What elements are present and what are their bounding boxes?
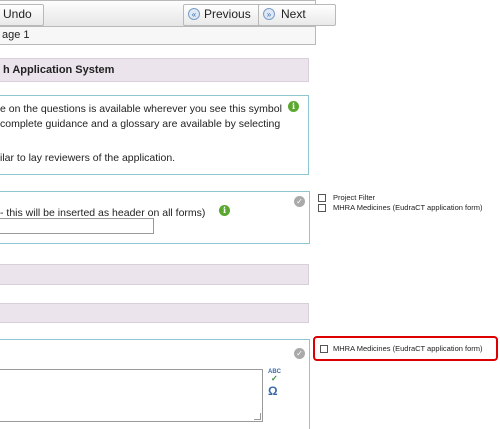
- previous-arrow-icon: «: [188, 8, 200, 20]
- spellcheck-tick-icon: ✓: [271, 374, 278, 383]
- special-character-icon[interactable]: Ω: [268, 384, 278, 398]
- section-band[interactable]: [0, 264, 309, 285]
- text-question-box: ✓ ABC ✓ Ω: [0, 339, 310, 429]
- section-band[interactable]: [0, 303, 309, 323]
- form-filter-list: Project Filter MHRA Medicines (EudraCT a…: [316, 192, 500, 216]
- short-title-question-box: ✓ - this will be inserted as header on a…: [0, 191, 310, 244]
- navigation-toolbar: Undo « Previous » Next: [0, 0, 336, 27]
- form-title: h Application System: [3, 64, 115, 76]
- guidance-line-2: complete guidance and a glossary are ava…: [0, 118, 281, 130]
- mhra-medicines-checkbox[interactable]: [320, 345, 328, 353]
- completion-check-icon: ✓: [294, 348, 305, 359]
- next-label: Next: [281, 7, 306, 21]
- completion-check-icon: ✓: [294, 196, 305, 207]
- mhra-medicines-checkbox[interactable]: [318, 204, 326, 212]
- info-icon[interactable]: i: [219, 205, 230, 216]
- undo-label: Undo: [3, 7, 32, 21]
- mhra-medicines-label: MHRA Medicines (EudraCT application form…: [333, 344, 483, 353]
- guidance-box: e on the questions is available wherever…: [0, 95, 309, 175]
- project-filter-checkbox[interactable]: [318, 194, 326, 202]
- project-filter-label: Project Filter: [333, 193, 376, 202]
- highlighted-filter-box: MHRA Medicines (EudraCT application form…: [313, 336, 498, 361]
- mhra-medicines-label: MHRA Medicines (EudraCT application form…: [333, 203, 483, 212]
- previous-label: Previous: [204, 7, 251, 21]
- undo-button[interactable]: Undo: [0, 4, 44, 26]
- guidance-line-1: e on the questions is available wherever…: [0, 103, 282, 115]
- next-arrow-icon: »: [263, 8, 275, 20]
- page-indicator-bar: age 1: [0, 27, 316, 45]
- text-area[interactable]: [0, 369, 263, 422]
- next-button[interactable]: » Next: [258, 4, 336, 26]
- guidance-line-3: ilar to lay reviewers of the application…: [0, 152, 176, 164]
- resize-handle-icon[interactable]: [254, 413, 261, 420]
- page-indicator: age 1: [2, 29, 30, 41]
- info-icon: i: [288, 101, 299, 112]
- short-title-input[interactable]: [0, 218, 154, 234]
- form-title-band: h Application System: [0, 58, 309, 82]
